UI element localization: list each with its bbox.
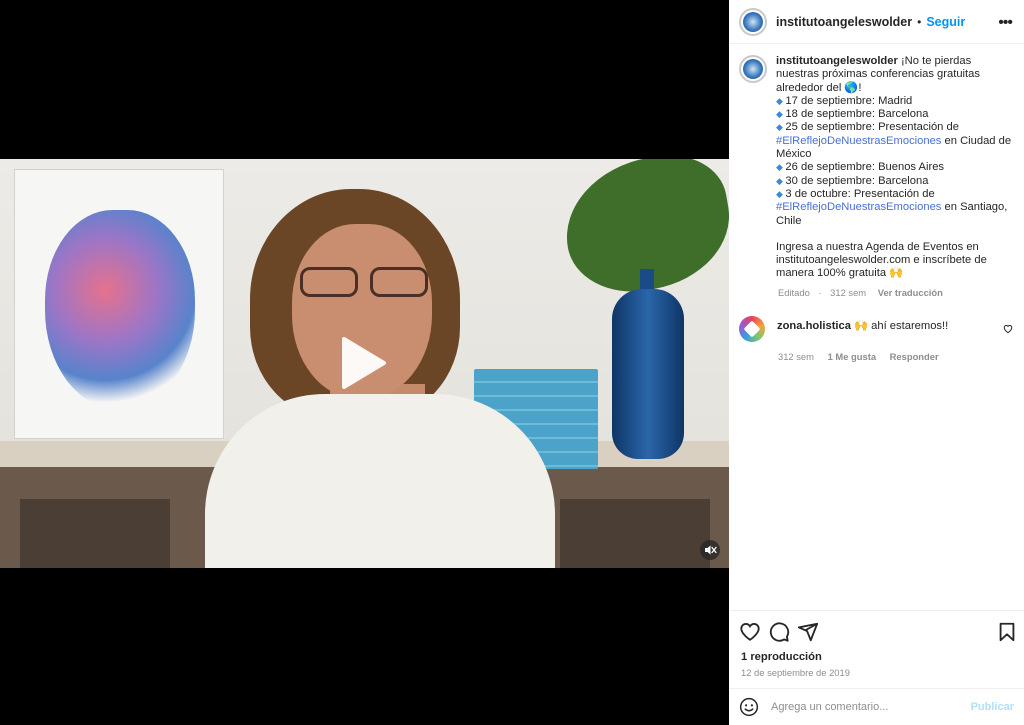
event-text: 25 de septiembre: Presentación de	[785, 121, 959, 134]
video-scene-heart-art	[45, 210, 195, 410]
play-icon[interactable]	[338, 335, 388, 391]
follow-button[interactable]: Seguir	[926, 15, 965, 29]
action-bar	[729, 610, 1024, 650]
video-scene-glasses	[300, 267, 428, 301]
post-modal: institutoangeleswolder • Seguir ••• inst…	[0, 0, 1024, 725]
diamond-bullet-icon: ◆	[776, 109, 786, 120]
add-comment-bar: Publicar	[729, 688, 1024, 725]
post-side-panel: institutoangeleswolder • Seguir ••• inst…	[729, 0, 1024, 725]
event-line: ◆ 26 de septiembre: Buenos Aires	[776, 161, 1014, 174]
event-line: ◆ 25 de septiembre: Presentación de #ElR…	[776, 121, 1014, 161]
comment-meta: 312 sem 1 Me gusta Responder	[778, 351, 1019, 362]
caption-username[interactable]: institutoangeleswolder	[776, 55, 898, 67]
commenter-avatar[interactable]	[739, 316, 765, 342]
hashtag-link[interactable]: #ElReflejoDeNuestrasEmociones	[776, 135, 941, 147]
event-line: ◆ 18 de septiembre: Barcelona	[776, 108, 1014, 121]
emoji-icon[interactable]	[739, 697, 759, 717]
diamond-bullet-icon: ◆	[776, 95, 786, 106]
video-scene-cabinet-door	[20, 499, 170, 568]
translate-link[interactable]: Ver traducción	[878, 287, 943, 298]
caption-text: institutoangeleswolder ¡No te pierdas nu…	[776, 55, 1014, 281]
post-caption: institutoangeleswolder ¡No te pierdas nu…	[739, 55, 1019, 298]
caption-outro: Ingresa a nuestra Agenda de Eventos en i…	[776, 240, 987, 280]
share-icon[interactable]	[797, 621, 819, 643]
comment-time: 312 sem	[778, 351, 814, 362]
media-area	[0, 0, 729, 725]
event-text: 3 de octubre: Presentación de	[785, 187, 935, 200]
comment-text: zona.holistica 🙌 ahí estaremos!!	[777, 319, 997, 332]
edited-label: Editado	[778, 286, 810, 298]
diamond-bullet-icon: ◆	[776, 188, 786, 199]
event-text: 17 de septiembre: Madrid	[785, 94, 913, 107]
video-scene-person-body	[205, 394, 555, 568]
comment-icon[interactable]	[768, 621, 790, 643]
mute-icon[interactable]	[700, 540, 720, 560]
event-list: ◆ 17 de septiembre: Madrid ◆ 18 de septie…	[776, 95, 1014, 228]
post-header: institutoangeleswolder • Seguir •••	[729, 0, 1024, 44]
caption-author-avatar[interactable]	[739, 55, 767, 83]
save-icon[interactable]	[996, 621, 1018, 643]
view-count[interactable]: 1 reproducción	[741, 651, 822, 663]
video-scene-poster	[14, 169, 224, 439]
event-text: 18 de septiembre: Barcelona	[785, 108, 929, 121]
comment-likes[interactable]: 1 Me gusta	[828, 351, 876, 362]
video-scene-cabinet-door	[560, 499, 710, 568]
comment-body: 🙌 ahí estaremos!!	[854, 320, 949, 332]
event-line: ◆ 3 de octubre: Presentación de #ElRefle…	[776, 188, 1014, 228]
publish-button[interactable]: Publicar	[971, 701, 1014, 713]
separator-dot: •	[917, 14, 922, 29]
commenter-username[interactable]: zona.holistica	[777, 320, 851, 332]
comment-item: zona.holistica 🙌 ahí estaremos!! 312 sem…	[739, 316, 1019, 362]
event-line: ◆ 30 de septiembre: Barcelona	[776, 175, 1014, 188]
reply-button[interactable]: Responder	[890, 351, 939, 362]
author-username[interactable]: institutoangeleswolder	[776, 15, 912, 29]
post-date: 12 de septiembre de 2019	[741, 667, 850, 678]
comment-input[interactable]	[771, 701, 961, 713]
event-line: ◆ 17 de septiembre: Madrid	[776, 95, 1014, 108]
diamond-bullet-icon: ◆	[776, 175, 786, 186]
hashtag-link[interactable]: #ElReflejoDeNuestrasEmociones	[776, 201, 941, 213]
diamond-bullet-icon: ◆	[776, 122, 786, 133]
caption-meta: Editado · 312 sem Ver traducción	[778, 286, 943, 298]
video-scene-vase	[612, 289, 684, 459]
event-text: 30 de septiembre: Barcelona	[785, 174, 929, 187]
author-avatar[interactable]	[739, 7, 767, 36]
event-text: 26 de septiembre: Buenos Aires	[785, 161, 945, 174]
caption-time: 312 sem	[830, 286, 867, 298]
like-icon[interactable]	[739, 621, 761, 643]
more-options-icon[interactable]: •••	[998, 14, 1013, 32]
heart-small-icon[interactable]	[1003, 324, 1013, 334]
diamond-bullet-icon: ◆	[776, 162, 786, 173]
